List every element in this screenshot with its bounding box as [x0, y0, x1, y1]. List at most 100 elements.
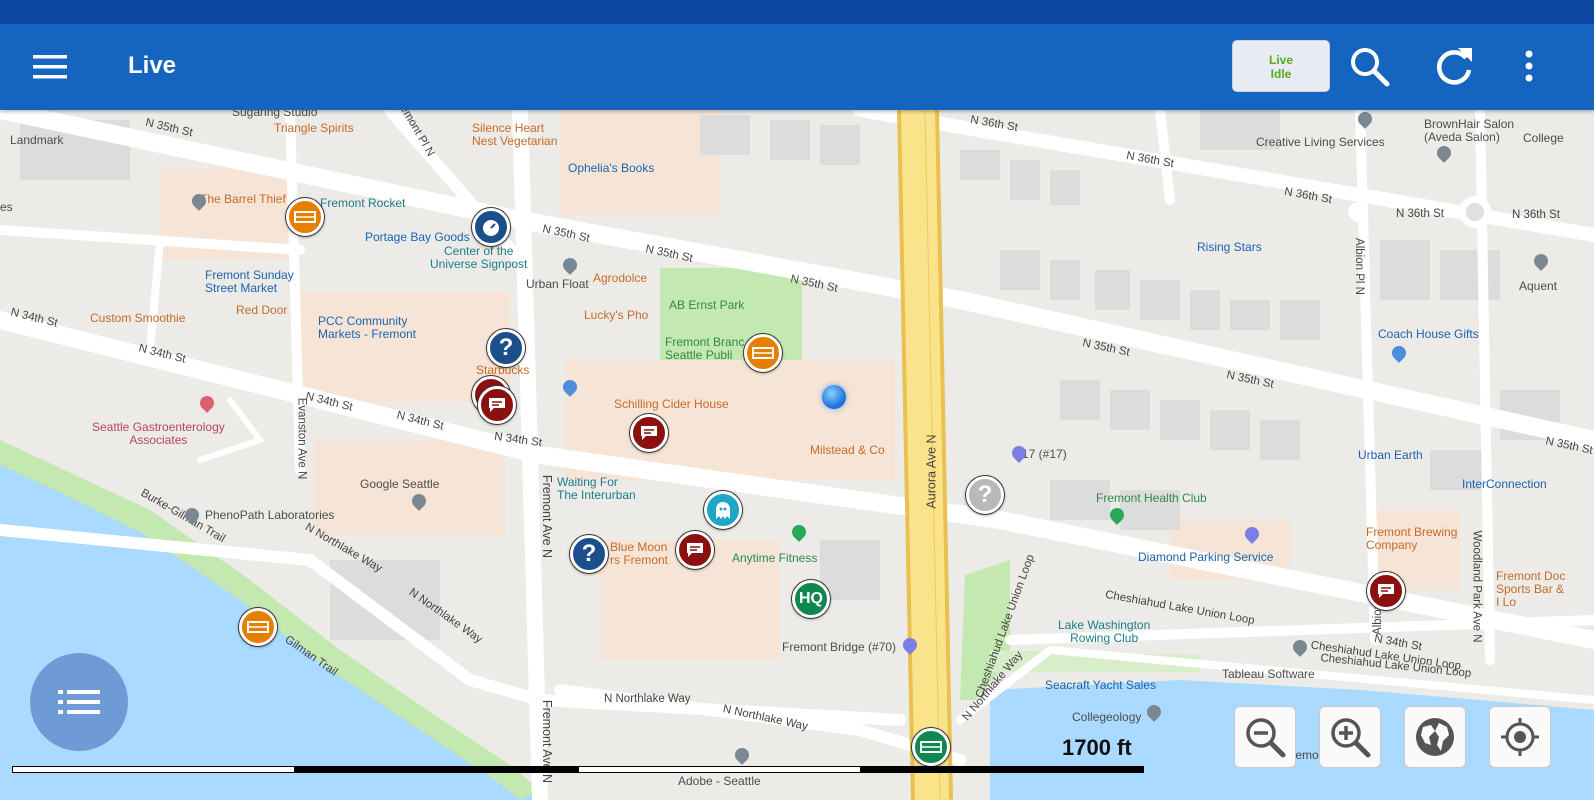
place-fremont-brewing: Fremont Brewing Company: [1366, 525, 1458, 552]
menu-icon[interactable]: [30, 50, 70, 84]
scale-label: 1700 ft: [1062, 735, 1132, 760]
zoom-out-button[interactable]: [1234, 706, 1296, 768]
inactive-question-marker[interactable]: ?: [966, 476, 1004, 514]
place-agrodolce: Agrodolce: [593, 271, 648, 285]
live-status-button[interactable]: Live Idle: [1232, 40, 1330, 92]
bridge-marker[interactable]: [286, 198, 324, 236]
globe-button[interactable]: [1404, 706, 1466, 768]
place-center-universe: Center of the Universe Signpost: [430, 244, 528, 271]
street-woodland: Woodland Park Ave N: [1470, 530, 1483, 643]
place-triangle-spirits: Triangle Spirits: [274, 121, 354, 135]
place-tableau: Tableau Software: [1222, 667, 1315, 681]
list-button[interactable]: [30, 653, 128, 751]
place-portage-bay: Portage Bay Goods: [365, 230, 470, 244]
zoom-in-button[interactable]: [1319, 706, 1381, 768]
my-location-icon: [1501, 718, 1539, 756]
list-icon: [58, 690, 100, 714]
place-red-door: Red Door: [236, 303, 288, 317]
place-fremont-bridge: Fremont Bridge (#70): [782, 640, 897, 654]
place-es: es: [0, 200, 13, 214]
place-health-club: Fremont Health Club: [1096, 491, 1207, 505]
my-location-button[interactable]: [1489, 706, 1551, 768]
app-bar: Live Live Idle: [0, 24, 1594, 110]
map-view[interactable]: Sugaring Studio Landmark Triangle Spirit…: [0, 110, 1594, 800]
place-adobe: Adobe - Seattle: [678, 774, 761, 788]
place-creative-living: Creative Living Services: [1256, 135, 1385, 149]
bridge-icon: [752, 347, 774, 359]
bridge-marker-green[interactable]: [912, 728, 950, 766]
place-diamond-parking: Diamond Parking Service: [1138, 550, 1274, 564]
live-status-line1: Live: [1268, 53, 1293, 67]
question-marker[interactable]: ?: [570, 535, 608, 573]
place-seacraft: Seacraft Yacht Sales: [1045, 678, 1156, 692]
street-aurora: Aurora Ave N: [924, 434, 939, 509]
message-marker[interactable]: [478, 386, 516, 424]
search-icon[interactable]: [1347, 44, 1391, 88]
timer-marker[interactable]: [472, 208, 510, 246]
chat-icon: [489, 398, 505, 412]
hq-label: HQ: [799, 590, 823, 607]
question-mark: ?: [498, 334, 514, 361]
status-bar: [0, 0, 1594, 24]
ghost-icon: [716, 502, 730, 519]
hq-marker[interactable]: HQ: [792, 580, 830, 618]
message-marker[interactable]: [676, 531, 714, 569]
refresh-icon[interactable]: [1432, 44, 1476, 88]
bridge-icon: [247, 621, 269, 633]
place-interconnection: InterConnection: [1462, 477, 1547, 491]
message-marker[interactable]: [1367, 572, 1405, 610]
place-milstead: Milstead & Co: [810, 443, 885, 457]
place-urban-float: Urban Float: [526, 277, 589, 291]
stopwatch-icon: [483, 220, 499, 236]
street-evanston: Evanston Ave N: [295, 397, 308, 480]
place-sugaring-studio: Sugaring Studio: [232, 110, 318, 119]
question-marker[interactable]: ?: [487, 329, 525, 367]
place-college: College: [1523, 131, 1564, 145]
place-silence-heart: Silence Heart Nest Vegetarian: [472, 121, 558, 148]
current-location-marker: [822, 385, 846, 409]
street-albion-a: Albion Pl N: [1352, 238, 1365, 295]
place-brownhair: BrownHair Salon (Aveda Salon): [1424, 117, 1515, 144]
place-rising-stars: Rising Stars: [1197, 240, 1262, 254]
place-google-seattle: Google Seattle: [360, 477, 440, 491]
place-collegeology: Collegeology: [1072, 710, 1142, 724]
zoom-in-icon: [1331, 718, 1371, 758]
message-marker[interactable]: [630, 414, 668, 452]
question-mark: ?: [581, 540, 597, 567]
place-schilling: Schilling Cider House: [614, 397, 729, 411]
place-landmark: Landmark: [10, 133, 64, 147]
place-luckys-pho: Lucky's Pho: [584, 308, 649, 322]
globe-icon: [1416, 718, 1454, 756]
place-fremont-doc: Fremont Doc Sports Bar & I Lo: [1496, 569, 1566, 609]
bridge-icon: [294, 211, 316, 223]
chat-icon: [1378, 584, 1394, 598]
street-fremont-ave-a: Fremont Ave N: [540, 474, 555, 559]
zoom-out-icon: [1246, 718, 1286, 758]
place-pcc-markets: PCC Community Markets - Fremont: [318, 314, 417, 341]
place-barrel-thief: The Barrel Thief: [200, 192, 286, 206]
place-fremont-branch: Fremont Branc Seattle Publi: [665, 335, 745, 362]
chat-icon: [687, 543, 703, 557]
place-anytime-fitness: Anytime Fitness: [732, 551, 818, 565]
bridge-marker[interactable]: [744, 334, 782, 372]
place-phenopath: PhenoPath Laboratories: [205, 508, 335, 522]
live-status-line2: Idle: [1270, 67, 1292, 81]
street-northlake-c: N Northlake Way: [604, 693, 691, 705]
place-blue-moon: Blue Moon rs Fremont: [610, 540, 669, 567]
place-bus-17: 17 (#17): [1022, 447, 1067, 461]
question-mark: ?: [977, 481, 993, 508]
ghost-marker[interactable]: [704, 491, 742, 529]
scale-bar: [12, 766, 1144, 773]
place-waiting-interurban: Waiting For The Interurban: [557, 475, 636, 502]
place-fremont-rocket: Fremont Rocket: [320, 196, 406, 210]
place-sunday-market: Fremont Sunday Street Market: [205, 268, 294, 295]
place-aquent: Aquent: [1519, 279, 1558, 293]
page-title: Live: [128, 52, 177, 79]
bridge-marker[interactable]: [239, 608, 277, 646]
bridge-icon: [920, 741, 942, 753]
chat-icon: [641, 426, 657, 440]
place-urban-earth: Urban Earth: [1358, 448, 1423, 462]
more-vert-icon[interactable]: [1507, 44, 1551, 88]
street-n36-e: N 36th St: [1512, 209, 1560, 221]
street-n36-d: N 36th St: [1396, 208, 1444, 220]
